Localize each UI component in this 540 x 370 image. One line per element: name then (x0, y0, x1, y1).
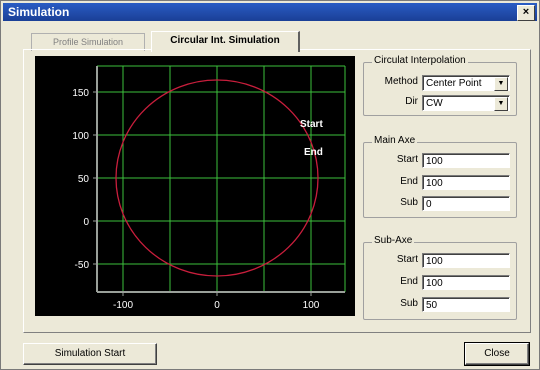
y-tick-label: 50 (78, 174, 90, 185)
window-title: Simulation (8, 5, 70, 19)
chevron-down-icon[interactable]: ▼ (494, 97, 508, 111)
dir-value: CW (426, 98, 443, 109)
simulation-window: Simulation × Profile Simulation Circular… (0, 0, 540, 370)
close-button[interactable]: Close (464, 342, 530, 366)
close-icon[interactable]: × (517, 5, 535, 21)
sub-axe-group: Sub-Axe Start 100 End 100 Sub 50 (363, 235, 517, 320)
sub-sub-field[interactable]: 50 (422, 297, 510, 312)
title-bar: Simulation × (3, 3, 537, 21)
main-start-field[interactable]: 100 (422, 153, 510, 168)
method-label: Method (384, 76, 418, 87)
sub-sub-label: Sub (400, 298, 418, 309)
group-legend: Main Axe (372, 135, 418, 146)
start-marker-label: Start (300, 119, 323, 130)
sub-end-field[interactable]: 100 (422, 275, 510, 290)
main-sub-field[interactable]: 0 (422, 196, 510, 211)
simulation-plot: 150 100 50 0 -50 -100 0 100 Start End (35, 56, 355, 316)
y-tick-label: -50 (75, 260, 90, 271)
sub-end-label: End (400, 276, 418, 287)
simulation-start-button[interactable]: Simulation Start (23, 343, 157, 365)
main-start-label: Start (396, 154, 418, 165)
main-sub-label: Sub (400, 197, 418, 208)
group-legend: Sub-Axe (372, 235, 415, 246)
end-marker-label: End (304, 147, 323, 158)
dir-select[interactable]: CW ▼ (422, 95, 510, 111)
method-select[interactable]: Center Point ▼ (422, 75, 510, 91)
main-end-label: End (400, 176, 418, 187)
y-tick-label: 100 (72, 131, 89, 142)
sub-start-label: Start (396, 254, 418, 265)
chevron-down-icon[interactable]: ▼ (494, 77, 508, 91)
main-end-field[interactable]: 100 (422, 175, 510, 190)
dir-label: Dir (405, 96, 418, 107)
sub-start-field[interactable]: 100 (422, 253, 510, 268)
group-legend: Circulat Interpolation (372, 55, 468, 66)
y-tick-label: 0 (83, 217, 89, 228)
main-axe-group: Main Axe Start 100 End 100 Sub 0 (363, 135, 517, 218)
x-tick-label: 0 (214, 300, 220, 311)
x-tick-label: 100 (303, 300, 320, 311)
y-tick-label: 150 (72, 88, 89, 99)
tab-circular-int-simulation[interactable]: Circular Int. Simulation (151, 31, 300, 52)
circular-interpolation-group: Circulat Interpolation Method Center Poi… (363, 55, 517, 116)
plot-canvas: 150 100 50 0 -50 -100 0 100 Start End (72, 65, 346, 311)
x-tick-label: -100 (113, 300, 133, 311)
method-value: Center Point (426, 78, 482, 89)
